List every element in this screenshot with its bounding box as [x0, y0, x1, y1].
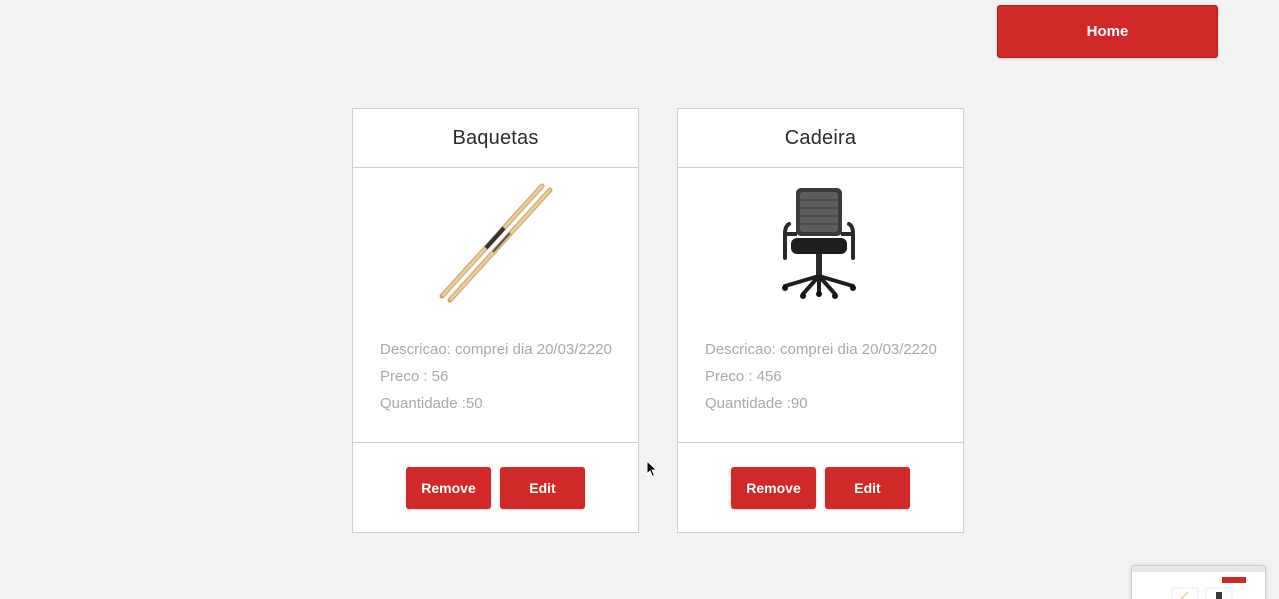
thumbnail-preview-icon: [1132, 566, 1265, 599]
edit-button[interactable]: Edit: [825, 466, 910, 509]
product-quantity: Quantidade :90: [705, 395, 808, 412]
card-header: Cadeira: [678, 109, 963, 168]
card-body: Descricao: comprei dia 20/03/2220 Preco …: [678, 168, 963, 443]
remove-button[interactable]: Remove: [406, 466, 491, 509]
drumsticks-icon: [439, 183, 552, 303]
office-chair-icon: [781, 188, 856, 299]
product-card: Cadeira Descricao: comprei dia 20/03/222…: [677, 108, 964, 533]
product-quantity: Quantidade :50: [380, 395, 483, 412]
product-title: Baquetas: [452, 126, 539, 149]
product-price: Preco : 56: [380, 368, 449, 385]
product-title: Cadeira: [784, 126, 857, 149]
screenshot-thumbnail[interactable]: [1131, 565, 1266, 599]
page: Home Baquetas Descricao: comprei dia 20/…: [0, 0, 1279, 599]
home-button[interactable]: Home: [997, 5, 1218, 58]
edit-button[interactable]: Edit: [500, 466, 585, 509]
product-description: Descricao: comprei dia 20/03/2220: [380, 341, 612, 358]
product-info: Descricao: comprei dia 20/03/2220 Preco …: [705, 336, 937, 417]
product-price: Preco : 456: [705, 368, 782, 385]
product-info: Descricao: comprei dia 20/03/2220 Preco …: [380, 336, 612, 417]
remove-button[interactable]: Remove: [731, 466, 816, 509]
product-description: Descricao: comprei dia 20/03/2220: [705, 341, 937, 358]
card-body: Descricao: comprei dia 20/03/2220 Preco …: [353, 168, 638, 443]
card-header: Baquetas: [353, 109, 638, 168]
card-footer: Remove Edit: [678, 443, 963, 532]
card-footer: Remove Edit: [353, 443, 638, 532]
product-card: Baquetas Descricao: comprei dia 20/03/22…: [352, 108, 639, 533]
mouse-cursor-icon: [646, 460, 658, 478]
